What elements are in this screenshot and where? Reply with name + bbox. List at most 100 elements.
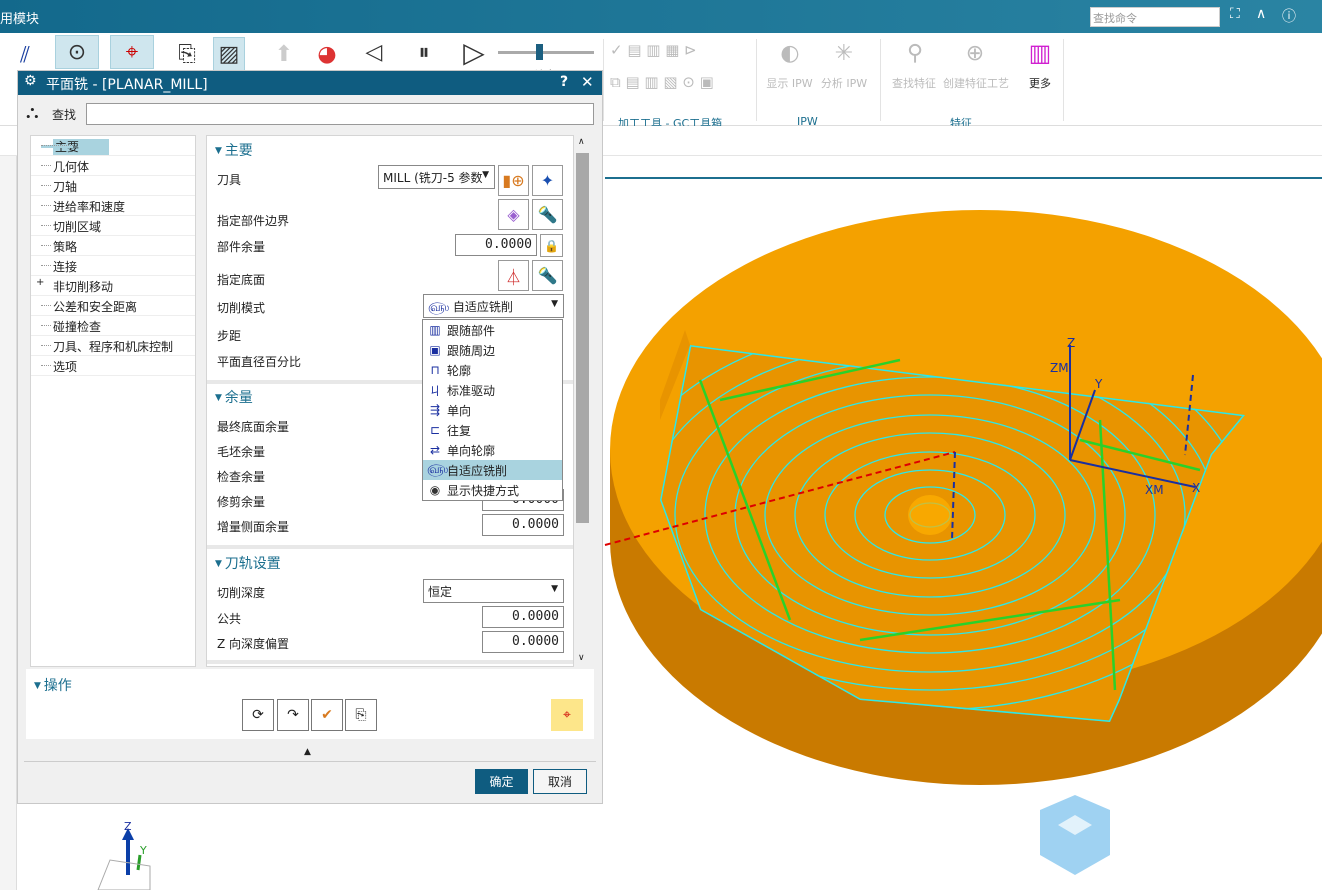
generate-button[interactable]: ⟳ xyxy=(242,699,274,731)
stock-row-label: 毛坯余量 xyxy=(217,445,266,459)
tree-item-label: 策略 xyxy=(53,240,78,254)
tree-item-non-cutting[interactable]: + 非切削移动 xyxy=(31,276,195,296)
tree-item-label: 刀轴 xyxy=(53,180,78,194)
option-label: 自适应铣削 xyxy=(447,463,508,478)
planar-mill-dialog: ⚙ 平面铣 - [PLANAR_MILL] ? ✕ ⛬ 查找 主要 几何体 刀轴… xyxy=(17,70,603,804)
follow-part-icon: ▥ xyxy=(429,323,441,337)
triad-z-label: Z xyxy=(124,820,132,833)
collapse-arrow-icon[interactable]: ▲ xyxy=(304,747,311,757)
navigation-tree: 主要 几何体 刀轴 进给率和速度 切削区域 策略 连接 + 非切削移动 公差和安全… xyxy=(30,135,196,667)
option-show-shortcuts[interactable]: ◉ 显示快捷方式 xyxy=(423,480,562,500)
cut-pattern-dropdown: ▥ 跟随部件 ▣ 跟随周边 ⊓ 轮廓 ㄐ标准驱动 ⇶ 单向 ⊏ 往复 ⇄ 单向轮廓 ௵ 自适应… xyxy=(422,319,563,501)
option-zig[interactable]: ⇶ 单向 xyxy=(423,400,562,420)
new-tool-button[interactable]: ▮⊕ xyxy=(498,165,529,196)
tree-item-machine-control[interactable]: 刀具、程序和机床控制 xyxy=(31,336,195,356)
find-input[interactable] xyxy=(86,103,594,125)
expand-icon[interactable]: + xyxy=(36,277,44,288)
tree-item-label: 进给率和速度 xyxy=(53,200,126,214)
tree-item-label: 选项 xyxy=(53,360,78,374)
option-label: 标准驱动 xyxy=(447,383,496,398)
floor-label: 指定底面 xyxy=(217,273,266,287)
cut-pattern-select[interactable]: ௵ 自适应铣削 ▼ xyxy=(423,294,564,318)
option-standard-drive[interactable]: ㄐ标准驱动 xyxy=(423,380,562,400)
tree-item-geometry[interactable]: 几何体 xyxy=(31,156,195,176)
zoffset-label: Z 向深度偏置 xyxy=(217,637,290,651)
side-stock-input[interactable]: 0.0000 xyxy=(482,514,564,536)
part-stock-input[interactable]: 0.0000 xyxy=(455,234,537,256)
verify-button[interactable]: ✔ xyxy=(311,699,343,731)
dialog-title: 平面铣 - [PLANAR_MILL] xyxy=(46,77,208,93)
zig-icon: ⇶ xyxy=(429,403,441,417)
binoculars-icon: ⛬ xyxy=(26,102,39,123)
option-label: 往复 xyxy=(447,423,472,438)
list-button[interactable]: ⎘ xyxy=(345,699,377,731)
section-stock-header[interactable]: 余量 xyxy=(215,387,253,407)
tree-item-label: 几何体 xyxy=(53,160,90,174)
tree-item-label: 刀具、程序和机床控制 xyxy=(53,340,174,354)
tree-item-tolerance[interactable]: 公差和安全距离 xyxy=(31,296,195,316)
stepover-label: 步距 xyxy=(217,329,242,343)
follow-periphery-icon: ▣ xyxy=(429,343,441,357)
option-profile[interactable]: ⊓ 轮廓 xyxy=(423,360,562,380)
tree-item-strategy[interactable]: 策略 xyxy=(31,236,195,256)
section-main-header[interactable]: 主要 xyxy=(215,140,253,160)
option-adaptive[interactable]: ௵ 自适应铣削 xyxy=(423,460,562,480)
cut-pattern-value: 自适应铣削 xyxy=(452,300,513,314)
tool-label: 刀具 xyxy=(217,173,242,187)
tree-item-label: 连接 xyxy=(53,260,78,274)
tree-item-label: 碰撞检查 xyxy=(53,320,102,334)
part-boundary-label: 指定部件边界 xyxy=(217,214,290,228)
tree-item-label: 公差和安全距离 xyxy=(53,300,138,314)
option-follow-part[interactable]: ▥ 跟随部件 xyxy=(423,320,562,340)
tool-value: MILL (铣刀-5 参数 xyxy=(383,171,483,185)
replay-button[interactable]: ↷ xyxy=(277,699,309,731)
tree-item-collision[interactable]: 碰撞检查 xyxy=(31,316,195,336)
edit-tool-button[interactable]: ✦ xyxy=(532,165,563,196)
option-label: 单向 xyxy=(447,403,472,418)
specify-boundary-button[interactable]: ◈ xyxy=(498,199,529,230)
tree-item-main[interactable]: 主要 xyxy=(31,136,195,156)
adaptive-icon: ௵ xyxy=(427,462,449,476)
standard-drive-icon: ㄐ xyxy=(428,383,441,398)
find-label: 查找 xyxy=(52,108,77,122)
section-operations-header[interactable]: 操作 xyxy=(34,675,72,695)
section-path-header[interactable]: 刀轨设置 xyxy=(215,553,281,573)
stock-row-label: 检查余量 xyxy=(217,470,266,484)
tree-item-options[interactable]: 选项 xyxy=(31,356,195,376)
zig-zag-icon: ⊏ xyxy=(429,423,441,437)
flashlight-icon[interactable]: 🔦 xyxy=(532,260,563,291)
tool-center xyxy=(908,495,952,535)
y-axis-label: Y xyxy=(1094,377,1103,391)
specify-floor-button[interactable]: ⏃ xyxy=(498,260,529,291)
scrollbar-thumb[interactable] xyxy=(576,153,589,523)
tree-item-cut-area[interactable]: 切削区域 xyxy=(31,216,195,236)
zoffset-input[interactable]: 0.0000 xyxy=(482,631,564,653)
help-icon[interactable]: ? xyxy=(560,74,568,90)
stock-row-label: 增量侧面余量 xyxy=(217,520,290,534)
xm-axis-label: XM xyxy=(1145,483,1164,497)
display-button[interactable]: ⌖ xyxy=(551,699,583,731)
tree-item-tool-axis[interactable]: 刀轴 xyxy=(31,176,195,196)
cut-pattern-label: 切削模式 xyxy=(217,301,266,315)
option-zig-with-contour[interactable]: ⇄ 单向轮廓 xyxy=(423,440,562,460)
zig-contour-icon: ⇄ xyxy=(429,443,441,457)
dialog-title-bar[interactable]: ⚙ 平面铣 - [PLANAR_MILL] ? ✕ xyxy=(18,71,602,95)
stock-row-label: 修剪余量 xyxy=(217,495,266,509)
option-follow-periphery[interactable]: ▣ 跟随周边 xyxy=(423,340,562,360)
common-input[interactable]: 0.0000 xyxy=(482,606,564,628)
zm-axis-label: ZM xyxy=(1050,361,1069,375)
lock-icon[interactable]: 🔒 xyxy=(540,234,563,257)
part-stock-label: 部件余量 xyxy=(217,240,266,254)
tool-select[interactable]: MILL (铣刀-5 参数 ▼ xyxy=(378,165,495,189)
close-icon[interactable]: ✕ xyxy=(581,73,594,91)
option-label: 跟随周边 xyxy=(447,343,496,358)
tree-item-feeds-speeds[interactable]: 进给率和速度 xyxy=(31,196,195,216)
cancel-button[interactable]: 取消 xyxy=(533,769,587,794)
depth-select[interactable]: 恒定 ▼ xyxy=(423,579,564,603)
option-zig-zag[interactable]: ⊏ 往复 xyxy=(423,420,562,440)
flashlight-icon[interactable]: 🔦 xyxy=(532,199,563,230)
find-row: ⛬ 查找 xyxy=(18,96,602,130)
z-axis-label: Z xyxy=(1067,336,1075,350)
ok-button[interactable]: 确定 xyxy=(475,769,528,794)
tree-item-connections[interactable]: 连接 xyxy=(31,256,195,276)
